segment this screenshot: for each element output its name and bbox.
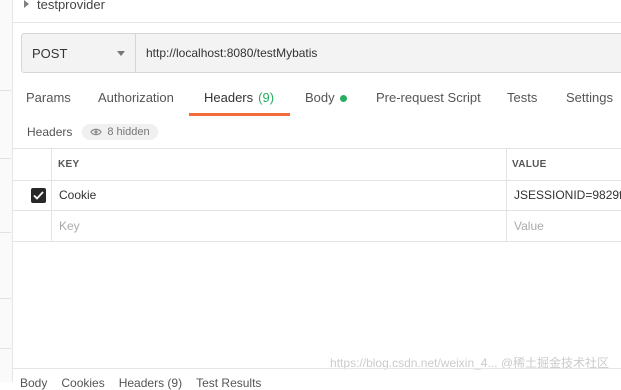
divider (12, 368, 621, 369)
url-input[interactable]: http://localhost:8080/testMybatis (136, 34, 621, 72)
response-tab-headers[interactable]: Headers (9) (119, 376, 182, 390)
chevron-down-icon (117, 50, 125, 56)
tab-label: Authorization (98, 90, 174, 105)
tab-tests[interactable]: Tests (507, 90, 537, 116)
column-divider (506, 148, 507, 242)
tab-authorization[interactable]: Authorization (98, 90, 174, 116)
tab-label: Headers (204, 90, 254, 105)
body-status-dot (339, 95, 347, 102)
response-tab-body[interactable]: Body (20, 376, 47, 390)
check-icon (33, 191, 44, 200)
caret-right-icon (24, 0, 29, 8)
hidden-headers-toggle[interactable]: 8 hidden (82, 124, 158, 140)
key-cell[interactable]: Cookie (59, 180, 96, 210)
response-tab-test-results[interactable]: Test Results (196, 376, 261, 390)
headers-table: KEY VALUE Cookie JSESSIONID=9829f0 Key V… (12, 148, 621, 242)
tab-label: Pre-request Script (376, 90, 481, 105)
table-row-empty: Key Value (12, 211, 621, 242)
response-tabs: Body Cookies Headers (9) Test Results (20, 376, 261, 390)
headers-title: Headers (27, 125, 73, 139)
column-divider (51, 148, 52, 242)
collection-item-testprovider[interactable]: testprovider (24, 0, 105, 14)
method-value: POST (32, 45, 68, 61)
headers-section-header: Headers 8 hidden (27, 122, 158, 142)
tab-body[interactable]: Body (305, 90, 347, 116)
divider (12, 22, 621, 23)
tab-params[interactable]: Params (26, 90, 71, 116)
row-checkbox[interactable] (31, 188, 46, 203)
headers-count: (9) (258, 90, 275, 105)
tab-label: Tests (507, 90, 538, 105)
key-column-header: KEY (58, 159, 80, 170)
hidden-count: 8 hidden (107, 126, 150, 138)
table-header-row: KEY VALUE (12, 148, 621, 181)
value-input[interactable]: Value (514, 211, 544, 241)
collection-item-label: testprovider (37, 0, 105, 12)
response-tab-cookies[interactable]: Cookies (61, 376, 104, 390)
tab-label: Params (26, 90, 71, 105)
value-column-header: VALUE (512, 159, 547, 170)
tab-settings[interactable]: Settings (566, 90, 613, 116)
active-tab-indicator (189, 113, 290, 116)
tab-label: Body (305, 90, 335, 105)
table-row: Cookie JSESSIONID=9829f0 (12, 180, 621, 211)
method-select[interactable]: POST (22, 34, 136, 72)
eye-icon (90, 128, 103, 136)
request-tabs: Params Authorization Headers (9) Body Pr… (12, 90, 621, 116)
key-input[interactable]: Key (59, 211, 80, 241)
tab-prerequest-script[interactable]: Pre-request Script (376, 90, 481, 116)
tab-label: Settings (566, 90, 613, 105)
request-bar: POST http://localhost:8080/testMybatis (21, 33, 621, 73)
value-cell[interactable]: JSESSIONID=9829f0 (514, 180, 621, 210)
url-value: http://localhost:8080/testMybatis (146, 46, 318, 60)
